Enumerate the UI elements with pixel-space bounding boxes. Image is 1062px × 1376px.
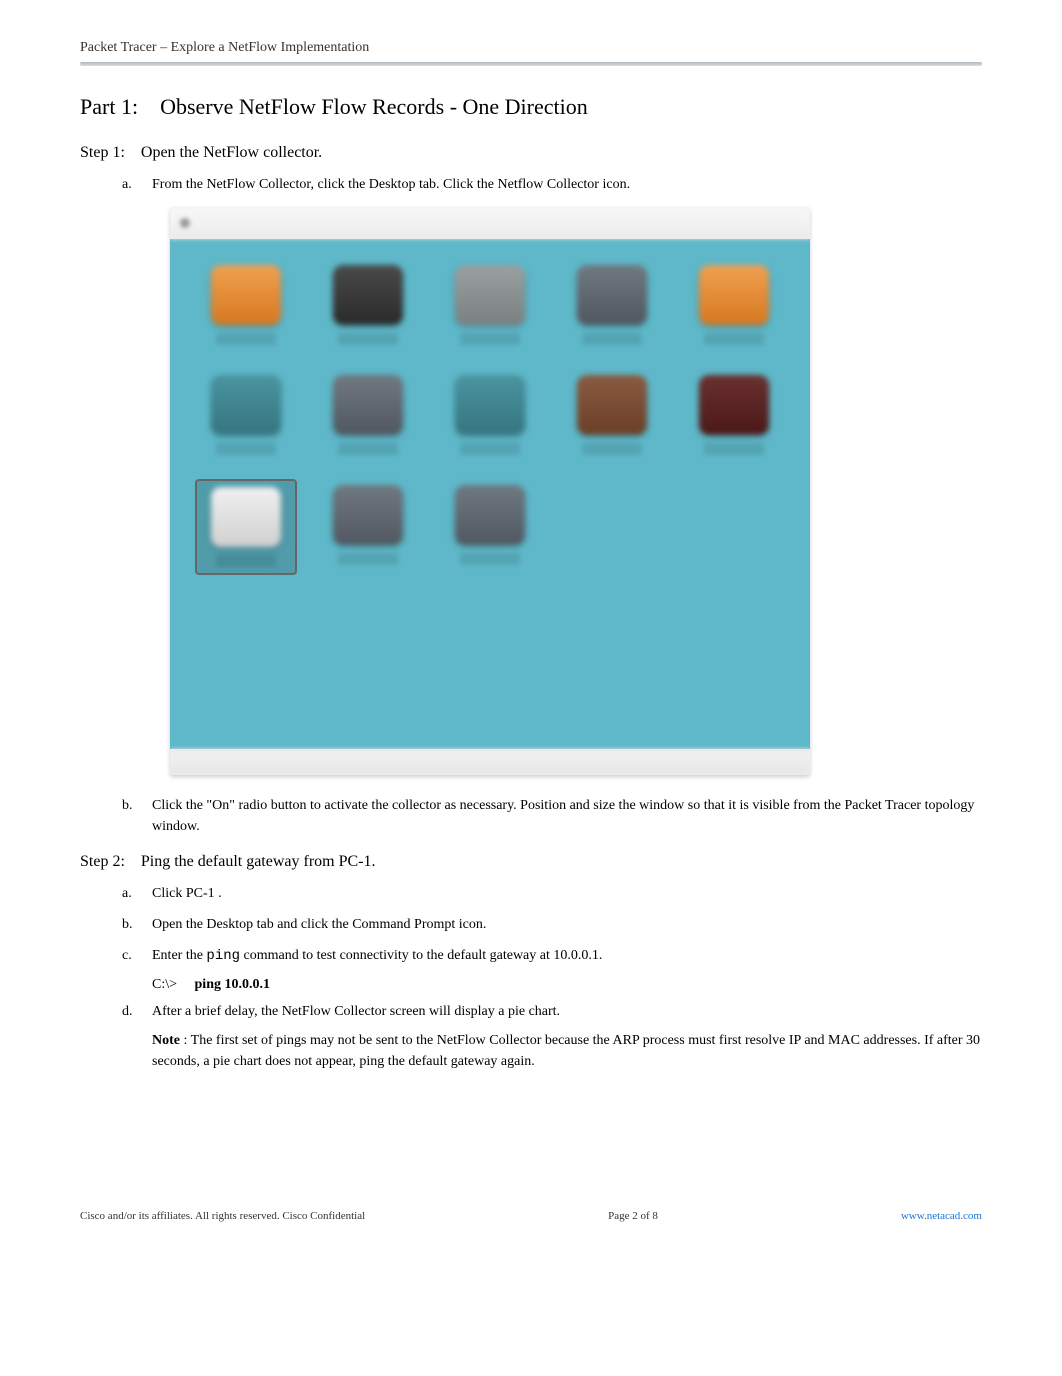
item-text: After a brief delay, the NetFlow Collect… — [152, 1001, 982, 1022]
step2-heading: Step 2: Ping the default gateway from PC… — [80, 853, 982, 871]
titlebar-controls — [180, 218, 190, 228]
footer-link[interactable]: www.netacad.com — [901, 1210, 982, 1222]
app-icon-ip-config[interactable] — [195, 259, 297, 351]
prompt: C:\> — [152, 977, 177, 992]
ip-config-icon — [211, 265, 281, 325]
item-marker: b. — [122, 795, 152, 837]
icon-label — [460, 333, 520, 345]
step1-item-b: b. Click the "On" radio button to activa… — [122, 795, 982, 837]
note-label: Note — [152, 1033, 180, 1048]
app-icon-firewall-v6[interactable] — [439, 479, 541, 575]
firewall-v6-icon — [455, 485, 525, 545]
netflow-collector-icon — [211, 487, 281, 547]
item-text: Click the "On" radio button to activate … — [152, 795, 982, 837]
traffic-gen-icon — [455, 375, 525, 435]
part-heading: Part 1: Observe NetFlow Flow Records - O… — [80, 94, 982, 120]
part-label: Part 1: — [80, 94, 138, 119]
step1-title: Open the NetFlow collector. — [141, 144, 322, 161]
icon-label — [582, 333, 642, 345]
command-line: C:\> ping 10.0.0.1 — [152, 977, 982, 993]
item-text: Open the Desktop tab and click the Comma… — [152, 914, 982, 935]
titlebar-btn — [180, 218, 190, 228]
step2-item-c: c. Enter the ping command to test connec… — [122, 945, 982, 967]
icon-label — [338, 553, 398, 565]
window-titlebar — [170, 207, 810, 239]
icon-label — [216, 443, 276, 455]
note-paragraph: Note : The first set of pings may not be… — [152, 1030, 982, 1072]
icon-label — [460, 443, 520, 455]
window-statusbar — [170, 749, 810, 775]
note-text: : The first set of pings may not be sent… — [152, 1033, 980, 1069]
icon-label — [704, 443, 764, 455]
icon-label — [338, 333, 398, 345]
app-icon-command-prompt[interactable] — [561, 259, 663, 351]
footer-copyright: Cisco and/or its affiliates. All rights … — [80, 1210, 365, 1222]
step1-item-a: a. From the NetFlow Collector, click the… — [122, 174, 982, 195]
icon-label — [704, 333, 764, 345]
command-prompt-icon — [577, 265, 647, 325]
icon-label — [460, 553, 520, 565]
app-icon-pc-wireless[interactable] — [195, 369, 297, 461]
screenshot-window — [170, 207, 810, 775]
dial-up-icon — [333, 265, 403, 325]
item-text: From the NetFlow Collector, click the De… — [152, 174, 982, 195]
item-marker: a. — [122, 883, 152, 904]
app-icon-vpn[interactable] — [317, 369, 419, 461]
app-icon-mib-browser[interactable] — [561, 369, 663, 461]
step1-label: Step 1: — [80, 144, 125, 161]
desktop-area — [170, 239, 810, 749]
icon-label — [338, 443, 398, 455]
icon-label — [582, 443, 642, 455]
item-text: Enter the ping command to test connectiv… — [152, 945, 982, 967]
app-icon-netflow-collector[interactable] — [195, 479, 297, 575]
item-marker: a. — [122, 174, 152, 195]
doc-header-title: Packet Tracer – Explore a NetFlow Implem… — [80, 40, 982, 56]
screenshot-container — [170, 207, 810, 775]
icon-label — [216, 333, 276, 345]
item-text: Click PC-1 . — [152, 883, 982, 904]
item-marker: b. — [122, 914, 152, 935]
command: ping 10.0.0.1 — [195, 977, 270, 992]
icon-grid — [195, 259, 785, 575]
cisco-ip-communicator-icon — [699, 375, 769, 435]
pc-wireless-icon — [211, 375, 281, 435]
terminal-icon — [455, 265, 525, 325]
app-icon-web-browser[interactable] — [683, 259, 785, 351]
empty-slot — [683, 479, 785, 575]
mib-browser-icon — [577, 375, 647, 435]
item-marker: d. — [122, 1001, 152, 1072]
step2-item-d: d. After a brief delay, the NetFlow Coll… — [122, 1001, 982, 1072]
item-content: After a brief delay, the NetFlow Collect… — [152, 1001, 982, 1072]
footer: Cisco and/or its affiliates. All rights … — [80, 1202, 982, 1222]
empty-slot — [561, 479, 663, 575]
step2-item-a: a. Click PC-1 . — [122, 883, 982, 904]
step2-label: Step 2: — [80, 853, 125, 870]
app-icon-cisco-ip[interactable] — [683, 369, 785, 461]
app-icon-dial-up[interactable] — [317, 259, 419, 351]
footer-page: Page 2 of 8 — [608, 1210, 658, 1222]
firewall-icon — [333, 485, 403, 545]
header-divider — [80, 62, 982, 66]
web-browser-icon — [699, 265, 769, 325]
icon-label — [216, 555, 276, 567]
step1-heading: Step 1: Open the NetFlow collector. — [80, 144, 982, 162]
vpn-icon — [333, 375, 403, 435]
app-icon-traffic-gen[interactable] — [439, 369, 541, 461]
item-marker: c. — [122, 945, 152, 967]
part-title: Observe NetFlow Flow Records - One Direc… — [160, 94, 588, 119]
app-icon-terminal[interactable] — [439, 259, 541, 351]
step2-title: Ping the default gateway from PC-1. — [141, 853, 376, 870]
app-icon-firewall[interactable] — [317, 479, 419, 575]
step2-item-b: b. Open the Desktop tab and click the Co… — [122, 914, 982, 935]
